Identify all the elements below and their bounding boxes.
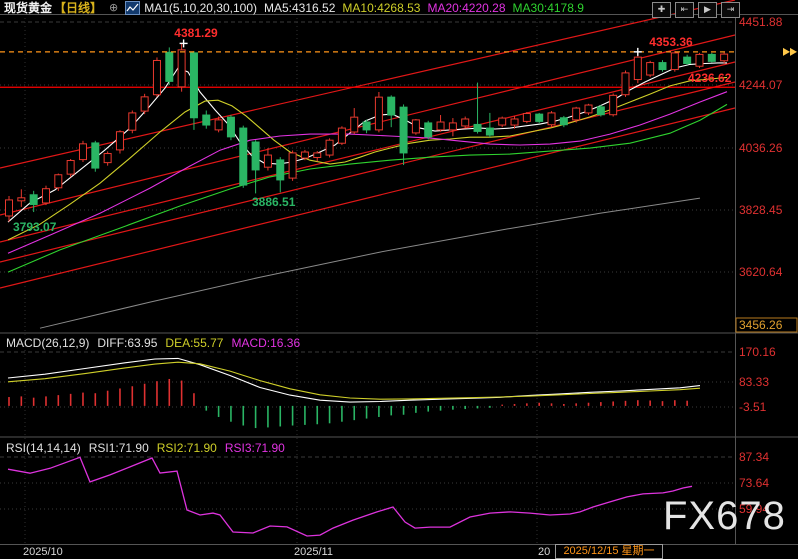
hline-annotation: 4236.62 [688, 71, 732, 85]
axis-label: 170.16 [739, 345, 776, 359]
circle-plus-icon[interactable]: ⊕ [109, 1, 118, 14]
date-axis: 2025/10 2025/11 20 2025/12/15 星期一 [0, 546, 798, 559]
period-label: 【日线】 [54, 0, 102, 16]
exit-panel-button[interactable]: ⇥ [721, 2, 740, 18]
macd-header: MACD(26,12,9) DIFF:63.95 DEA:55.77 MACD:… [6, 336, 300, 350]
macd-diff-value: DIFF:63.95 [97, 336, 157, 350]
zoom-horizontal-button[interactable]: ⇤ [675, 2, 694, 18]
rsi2-value: RSI2:71.90 [157, 441, 217, 455]
price-axis: 4451.88 4244.07 4036.26 3828.45 3620.64 … [736, 15, 797, 332]
date-label: 2025/10 [23, 546, 63, 558]
axis-label: -3.51 [739, 400, 767, 414]
ma20-value: MA20:4220.28 [427, 1, 505, 15]
high-annotation: 4381.29 [174, 26, 218, 40]
axis-label: 83.33 [739, 375, 769, 389]
axis-label: 73.64 [739, 476, 769, 490]
chart-window: 现货黄金【日线】 ⊕ MA1(5,10,20,30,100) MA5:4316.… [0, 0, 798, 559]
play-forward-button[interactable]: ▶ [698, 2, 717, 18]
ma30-value: MA30:4178.9 [513, 1, 584, 15]
ma5-value: MA5:4316.52 [264, 1, 335, 15]
panel-boundary-label: 3456.26 [739, 318, 783, 332]
macd-title: MACD(26,12,9) [6, 336, 89, 350]
macd-dea-value: DEA:55.77 [165, 336, 223, 350]
rsi1-value: RSI1:71.90 [89, 441, 149, 455]
ma-set-label: MA1(5,10,20,30,100) [144, 1, 257, 15]
axis-label: 4036.26 [739, 141, 783, 155]
rsi-title: RSI(14,14,14) [6, 441, 81, 455]
main-header: 现货黄金【日线】 ⊕ MA1(5,10,20,30,100) MA5:4316.… [4, 0, 584, 15]
axis-label: 4244.07 [739, 78, 783, 92]
fx678-watermark: FX678 [663, 494, 786, 539]
ma10-value: MA10:4268.53 [342, 1, 420, 15]
axis-label: 87.34 [739, 450, 769, 464]
low-annotation: 3793.07 [13, 220, 57, 234]
date-label: 2025/11 [294, 546, 333, 558]
indicator-chart-icon[interactable] [125, 1, 140, 15]
chart-canvas[interactable]: 4451.88 4244.07 4036.26 3828.45 3620.64 … [0, 0, 798, 559]
date-label: 20 [538, 546, 550, 558]
last-price-annotation: 4353.36 [649, 35, 693, 49]
move-tool-button[interactable]: ✚ [652, 2, 671, 18]
rsi3-value: RSI3:71.90 [225, 441, 285, 455]
axis-label: 3620.64 [739, 265, 783, 279]
current-date-badge: 2025/12/15 星期一 [555, 544, 663, 559]
symbol-name: 现货黄金 [4, 0, 52, 16]
chart-toolbar: ✚ ⇤ ▶ ⇥ [652, 2, 740, 18]
low-annotation: 3886.51 [252, 195, 296, 209]
axis-label: 3828.45 [739, 203, 783, 217]
rsi-header: RSI(14,14,14) RSI1:71.90 RSI2:71.90 RSI3… [6, 441, 285, 455]
macd-macd-value: MACD:16.36 [231, 336, 300, 350]
axis-label: 4451.88 [739, 15, 783, 29]
macd-axis: 170.16 83.33 -3.51 [739, 345, 776, 414]
